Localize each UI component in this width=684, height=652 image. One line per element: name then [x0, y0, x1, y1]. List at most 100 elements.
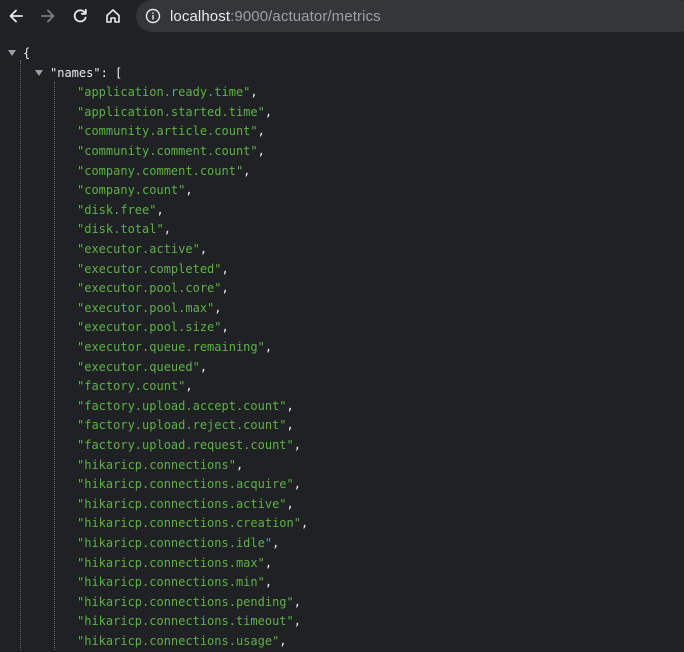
json-string-value: "executor.pool.max"	[77, 300, 215, 315]
reload-icon	[73, 8, 87, 23]
json-string-value: "company.count"	[77, 183, 186, 198]
json-string-value: "application.ready.time"	[77, 85, 251, 100]
json-comma: ,	[199, 359, 208, 374]
json-string-value: "executor.completed"	[77, 261, 222, 276]
json-comma: ,	[264, 104, 273, 119]
json-comma: ,	[293, 438, 301, 452]
json-string-value: "hikaricp.connections.idle"	[77, 536, 273, 550]
home-button[interactable]	[100, 3, 126, 29]
json-array-item: "disk.free",	[77, 201, 164, 221]
json-open-brace: {	[23, 46, 31, 60]
json-array-item: "hikaricp.connections.creation",	[77, 514, 308, 534]
json-string-value: "community.comment.count"	[77, 144, 258, 158]
json-string-value: "hikaricp.connections.acquire"	[77, 477, 294, 492]
json-comma: ,	[257, 144, 265, 158]
json-array-item: "factory.upload.accept.count",	[77, 397, 294, 417]
json-comma: ,	[286, 496, 294, 511]
json-array-item: "hikaricp.connections.pending",	[77, 593, 301, 613]
json-string-value: "factory.upload.accept.count"	[77, 398, 287, 413]
json-comma: ,	[221, 261, 229, 276]
forward-button[interactable]	[35, 3, 61, 29]
reload-button[interactable]	[67, 3, 93, 29]
json-comma: ,	[221, 281, 229, 296]
json-string-value: "hikaricp.connections.min"	[77, 575, 265, 590]
json-comma: ,	[185, 379, 193, 394]
json-string-value: "executor.pool.size"	[77, 320, 222, 335]
json-string-value: "community.article.count"	[77, 124, 258, 139]
indent-guide	[20, 60, 21, 650]
json-array-item: "disk.total",	[77, 220, 171, 240]
json-array-item: "factory.upload.reject.count",	[77, 416, 294, 436]
json-array-item: "executor.active",	[77, 240, 207, 260]
browser-toolbar: localhost:9000/actuator/metrics	[0, 0, 684, 32]
json-array-item: "community.article.count",	[77, 122, 265, 142]
json-array-item: "hikaricp.connections.max",	[77, 554, 272, 574]
json-string-value: "hikaricp.connections.max"	[77, 555, 265, 570]
json-array-item: "executor.pool.size",	[77, 318, 229, 338]
json-string-value: "application.started.time"	[77, 104, 265, 119]
url-host: localhost	[170, 7, 231, 25]
json-array-item: "application.started.time",	[77, 103, 272, 123]
info-icon[interactable]	[145, 8, 161, 24]
json-string-value: "hikaricp.connections"	[77, 457, 236, 472]
url-text: localhost:9000/actuator/metrics	[170, 8, 381, 25]
json-comma: ,	[293, 477, 301, 492]
json-key-line: "names": [	[50, 64, 122, 84]
url-path: :9000/actuator/metrics	[230, 7, 381, 25]
json-string-value: "executor.queued"	[77, 359, 200, 374]
json-string-value: "executor.active"	[77, 242, 200, 256]
json-array-item: "hikaricp.connections.acquire",	[77, 475, 301, 495]
json-array-item: "executor.pool.core",	[77, 279, 229, 299]
json-array-item: "hikaricp.connections.active",	[77, 495, 294, 515]
json-comma: ,	[272, 536, 280, 550]
json-comma: ,	[286, 418, 294, 433]
json-array-item: "factory.upload.request.count",	[77, 436, 301, 456]
json-string-value: "company.comment.count"	[77, 163, 244, 178]
json-string-value: "hikaricp.connections.timeout"	[77, 614, 294, 629]
json-comma: ,	[199, 242, 208, 256]
json-string-value: "hikaricp.connections.creation"	[77, 516, 301, 531]
json-comma: ,	[300, 516, 309, 531]
json-array-item: "executor.pool.max",	[77, 299, 222, 319]
json-string-value: "executor.pool.core"	[77, 281, 222, 296]
json-comma: ,	[163, 222, 171, 237]
back-button[interactable]	[3, 3, 29, 29]
json-comma: ,	[250, 85, 258, 100]
json-array-item: "community.comment.count",	[77, 142, 265, 162]
json-string-value: "executor.queue.remaining"	[77, 340, 265, 354]
address-bar[interactable]: localhost:9000/actuator/metrics	[136, 0, 684, 32]
json-comma: ,	[293, 614, 301, 629]
json-array-item: "hikaricp.connections.timeout",	[77, 612, 301, 632]
json-comma: ,	[185, 183, 193, 198]
json-string-value: "hikaricp.connections.usage"	[77, 634, 280, 648]
json-key: "names"	[50, 65, 101, 80]
json-comma: ,	[264, 340, 273, 354]
json-string-value: "factory.count"	[77, 379, 186, 394]
json-array-item: "executor.completed",	[77, 260, 229, 280]
json-array-item: "executor.queued",	[77, 358, 207, 378]
collapse-names-icon[interactable]	[35, 69, 43, 76]
json-comma: ,	[221, 320, 229, 335]
json-array-item: "company.count",	[77, 181, 193, 201]
json-key-separator: : [	[100, 65, 123, 80]
json-string-value: "factory.upload.request.count"	[77, 438, 294, 452]
json-comma: ,	[279, 634, 287, 648]
json-array-item: "hikaricp.connections.usage",	[77, 632, 287, 652]
json-comma: ,	[156, 202, 164, 217]
json-array-item: "hikaricp.connections.min",	[77, 573, 272, 593]
json-array-item: "executor.queue.remaining",	[77, 338, 272, 358]
json-string-value: "hikaricp.connections.pending"	[77, 594, 294, 609]
json-array-item: "hikaricp.connections",	[77, 456, 243, 476]
json-comma: ,	[264, 555, 273, 570]
json-array-item: "factory.count",	[77, 377, 193, 397]
json-string-value: "disk.total"	[77, 222, 164, 237]
indent-guide	[54, 82, 55, 650]
json-comma: ,	[286, 398, 294, 413]
json-comma: ,	[214, 300, 222, 315]
collapse-root-icon[interactable]	[8, 50, 16, 56]
home-icon	[106, 9, 120, 23]
json-comma: ,	[264, 575, 273, 590]
json-comma: ,	[257, 124, 265, 139]
json-array-item: "hikaricp.connections.idle",	[77, 534, 279, 554]
json-comma: ,	[293, 594, 301, 609]
